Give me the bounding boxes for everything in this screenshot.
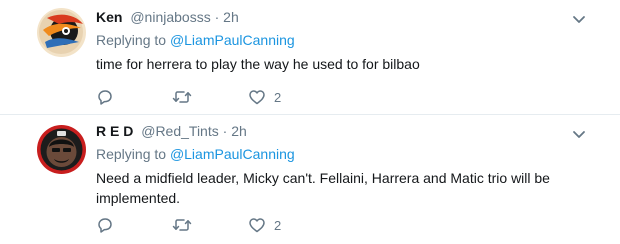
- retweet-button[interactable]: [172, 215, 192, 235]
- heart-icon: [248, 88, 266, 106]
- timestamp[interactable]: 2h: [223, 9, 239, 25]
- retweet-icon: [172, 88, 192, 106]
- replying-to: Replying to @LiamPaulCanning: [96, 145, 295, 163]
- retweet-icon: [172, 216, 192, 234]
- tweet[interactable]: Ken @ninjabosss · 2h Replying to @LiamPa…: [0, 0, 620, 114]
- reply-button[interactable]: [96, 215, 114, 235]
- tweet-text: Need a midfield leader, Micky can't. Fel…: [96, 170, 550, 206]
- user-handle[interactable]: @Red_Tints: [141, 123, 219, 139]
- tweet-actions: 2: [96, 215, 396, 235]
- avatar[interactable]: [37, 8, 86, 57]
- mention-link[interactable]: @LiamPaulCanning: [170, 32, 295, 48]
- like-count: 2: [274, 89, 282, 105]
- display-name[interactable]: R E D: [96, 123, 133, 139]
- like-button[interactable]: 2: [248, 87, 281, 107]
- heart-icon: [248, 216, 266, 234]
- retweet-button[interactable]: [172, 87, 192, 107]
- display-name[interactable]: Ken: [96, 9, 122, 25]
- avatar[interactable]: [37, 125, 86, 174]
- tweet-header: Ken @ninjabosss · 2h: [96, 8, 239, 26]
- tweet-feed: Ken @ninjabosss · 2h Replying to @LiamPa…: [0, 0, 620, 244]
- reply-icon: [96, 88, 114, 106]
- tweet-header: R E D @Red_Tints · 2h: [96, 122, 247, 140]
- chevron-down-icon[interactable]: [572, 127, 586, 138]
- tweet[interactable]: R E D @Red_Tints · 2h Replying to @LiamP…: [0, 115, 620, 244]
- like-count: 2: [274, 217, 282, 233]
- chevron-down-icon[interactable]: [572, 12, 586, 23]
- separator-dot: ·: [214, 9, 220, 25]
- tweet-actions: 2: [96, 87, 396, 107]
- mention-link[interactable]: @LiamPaulCanning: [170, 146, 295, 162]
- replying-prefix: Replying to: [96, 146, 167, 162]
- tweet-text: time for herrera to play the way he used…: [96, 56, 420, 72]
- replying-to: Replying to @LiamPaulCanning: [96, 31, 295, 49]
- reply-icon: [96, 216, 114, 234]
- timestamp[interactable]: 2h: [231, 123, 247, 139]
- replying-prefix: Replying to: [96, 32, 167, 48]
- user-handle[interactable]: @ninjabosss: [130, 9, 210, 25]
- reply-button[interactable]: [96, 87, 114, 107]
- separator-dot: ·: [222, 123, 228, 139]
- like-button[interactable]: 2: [248, 215, 281, 235]
